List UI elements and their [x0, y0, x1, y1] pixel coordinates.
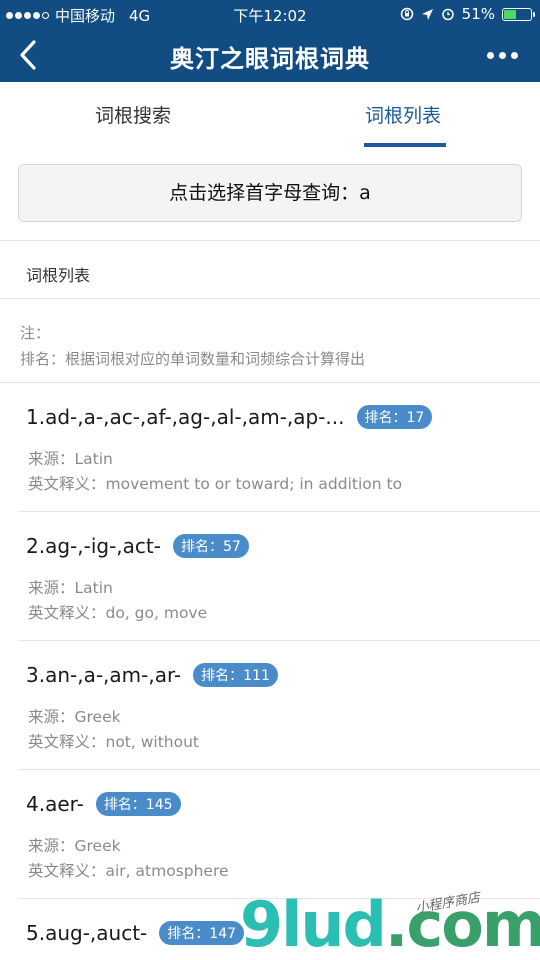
rank-badge: 排名：17: [356, 405, 433, 429]
letter-select-button[interactable]: 点击选择首字母查询：a: [18, 164, 522, 222]
watermark-main: 9lud: [240, 888, 387, 960]
root-source: 来源：Latin: [28, 579, 113, 597]
location-icon: [421, 8, 433, 20]
root-source: 来源：Greek: [28, 837, 121, 855]
list-item[interactable]: 2.ag-,-ig-,act- 排名：57 来源：Latin 英文释义：do, …: [0, 512, 540, 641]
root-meaning: 英文释义：not, without: [28, 733, 200, 751]
status-right: 51%: [400, 5, 535, 23]
tab-list[interactable]: 词根列表: [365, 101, 441, 128]
rank-badge: 排名：147: [159, 921, 245, 945]
more-icon[interactable]: [487, 44, 518, 66]
note-text: 排名：根据词根对应的单词数量和词频综合计算得出: [20, 350, 366, 368]
lock-rotation-icon: [400, 7, 413, 21]
battery-percent: 51%: [461, 5, 495, 23]
root-meaning: 英文释义：air, atmosphere: [28, 862, 229, 880]
tab-search[interactable]: 词根搜索: [95, 101, 171, 128]
list-item[interactable]: 3.an-,a-,am-,ar- 排名：111 来源：Greek 英文释义：no…: [0, 641, 540, 770]
root-source: 来源：Greek: [28, 708, 121, 726]
root-name: 4.aer-: [26, 792, 84, 816]
alarm-icon: [441, 8, 454, 21]
note-label: 注：: [20, 324, 51, 342]
root-meaning: 英文释义：movement to or toward; in addition …: [28, 475, 403, 493]
list-item[interactable]: 4.aer- 排名：145 来源：Greek 英文释义：air, atmosph…: [0, 770, 540, 899]
battery-icon: [502, 7, 535, 21]
root-name: 1.ad-,a-,ac-,af-,ag-,al-,am-,ap-...: [26, 405, 345, 429]
rank-badge: 排名：111: [193, 663, 278, 687]
tab-bar: 词根搜索 词根列表: [0, 82, 540, 148]
watermark-logo: 9lud.com 小程序商店: [240, 890, 540, 960]
note: 注： 排名：根据词根对应的单词数量和词频综合计算得出: [20, 320, 365, 372]
root-name: 2.ag-,-ig-,act-: [26, 534, 161, 558]
root-meaning: 英文释义：do, go, move: [28, 604, 208, 622]
divider: [0, 298, 540, 299]
navbar: 奥汀之眼词根词典: [0, 28, 540, 82]
page-title: 奥汀之眼词根词典: [170, 45, 370, 73]
root-source: 来源：Latin: [28, 450, 113, 468]
list-item[interactable]: 1.ad-,a-,ac-,af-,ag-,al-,am-,ap-... 排名：1…: [0, 383, 540, 512]
root-name: 3.an-,a-,am-,ar-: [26, 663, 182, 687]
root-name: 5.aug-,auct-: [26, 921, 148, 945]
rank-badge: 排名：57: [172, 534, 249, 558]
status-bar: 中国移动 4G 下午12:02 51%: [0, 0, 540, 28]
divider: [0, 240, 540, 241]
active-tab-indicator: [364, 143, 446, 147]
rank-badge: 排名：145: [95, 792, 181, 816]
section-title: 词根列表: [26, 266, 91, 285]
